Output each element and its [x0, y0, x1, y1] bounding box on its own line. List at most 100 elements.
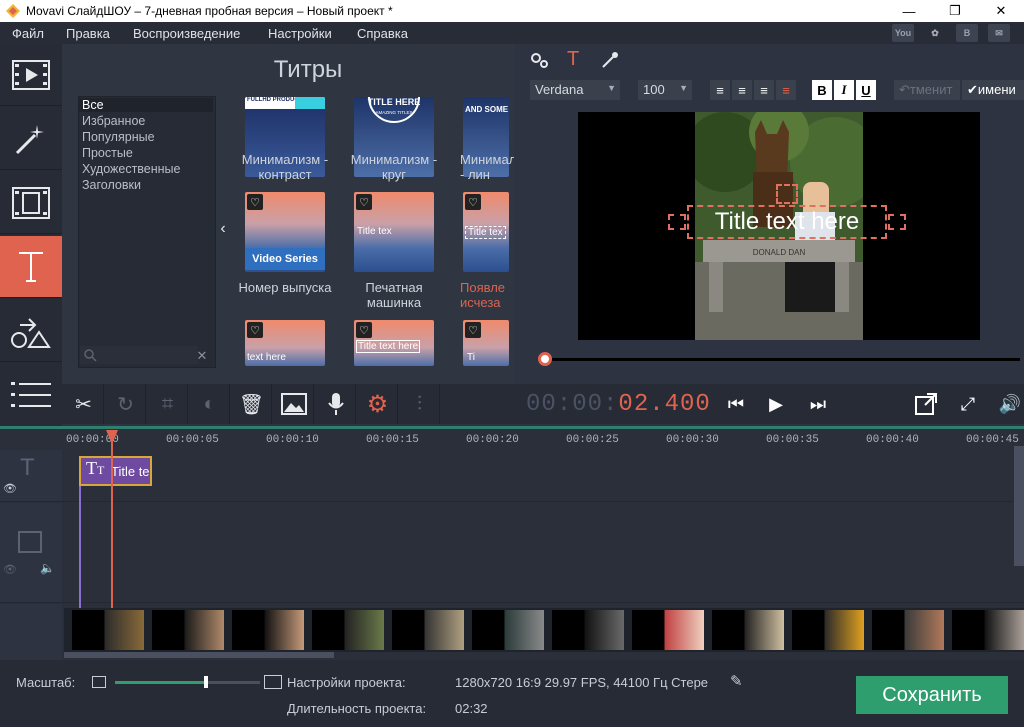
visibility-eye-icon[interactable]: 👁	[3, 563, 17, 576]
favorite-heart-icon[interactable]: ♡	[465, 322, 481, 338]
delete-icon[interactable]: 🗑	[232, 384, 272, 424]
title-thumb-7[interactable]: ♡ text here	[245, 320, 325, 366]
eyedropper-icon[interactable]	[600, 50, 620, 70]
bold-button[interactable]: B	[812, 80, 832, 100]
align-justify-icon[interactable]: ≡	[754, 80, 774, 100]
search-icon	[84, 349, 97, 362]
skip-back-icon[interactable]: ⏮	[716, 384, 756, 424]
zoom-out-icon[interactable]	[92, 676, 106, 688]
favorite-heart-icon[interactable]: ♡	[356, 194, 372, 210]
category-headers[interactable]: Заголовки	[82, 178, 141, 192]
vk-icon[interactable]: B	[956, 24, 978, 42]
play-icon[interactable]: ▶	[756, 384, 796, 424]
zoom-in-icon[interactable]	[264, 675, 282, 689]
youtube-icon[interactable]: You	[892, 24, 914, 42]
seek-bar[interactable]	[530, 352, 1024, 368]
rotate-icon[interactable]: ↻	[106, 384, 146, 424]
project-duration-label: Длительность проекта:	[287, 701, 427, 716]
zoom-slider-fill	[115, 681, 207, 684]
align-center-icon[interactable]: ≡	[732, 80, 752, 100]
category-simple[interactable]: Простые	[82, 146, 133, 160]
align-left-icon[interactable]: ≡	[710, 80, 730, 100]
save-button[interactable]: Сохранить	[856, 676, 1008, 714]
thumb-text: TITLE HERE	[367, 97, 421, 107]
image-icon[interactable]	[274, 384, 314, 424]
microphone-icon[interactable]	[316, 384, 356, 424]
category-search-input[interactable]	[80, 346, 198, 364]
menu-file[interactable]: Файл	[12, 26, 44, 41]
filmstrip-frame	[312, 610, 384, 650]
video-track[interactable]	[62, 503, 1024, 603]
menu-help[interactable]: Справка	[357, 26, 408, 41]
title-clip[interactable]: TT Title te	[79, 456, 152, 486]
video-filmstrip[interactable]	[64, 608, 1024, 652]
edit-pencil-icon[interactable]: ✎	[730, 672, 743, 690]
effects-tab[interactable]	[0, 108, 62, 170]
collapse-panel-icon[interactable]: ‹	[212, 220, 234, 240]
resize-handle-left[interactable]	[668, 214, 686, 230]
skip-forward-icon[interactable]: ⏭	[798, 384, 838, 424]
gear-icon[interactable]: ⚙	[358, 384, 398, 424]
seek-knob[interactable]	[538, 352, 552, 366]
font-size-select[interactable]: 100 ▼	[638, 80, 692, 100]
undo-button[interactable]: ↶тменит	[894, 80, 960, 100]
title-thumb-8[interactable]: ♡ Title text here	[354, 320, 434, 366]
app-logo-icon	[6, 4, 20, 18]
minimize-button[interactable]: —	[886, 0, 932, 22]
title-thumb-appear-disappear[interactable]: ♡ Title tex	[463, 192, 509, 272]
category-list: Все Избранное Популярные Простые Художес…	[78, 96, 216, 368]
color-adjust-icon[interactable]: ◐	[190, 384, 230, 424]
equalizer-icon[interactable]: ⫶	[400, 384, 440, 424]
visibility-eye-icon[interactable]: 👁	[3, 482, 17, 495]
resize-handle-right[interactable]	[888, 214, 906, 230]
odnoklassniki-icon[interactable]: ✿	[924, 24, 946, 42]
close-button[interactable]: ✕	[978, 0, 1024, 22]
title-thumb-9[interactable]: ♡ Ti	[463, 320, 509, 366]
cut-icon[interactable]: ✂	[64, 384, 104, 424]
crop-icon[interactable]: ⌗	[148, 384, 188, 424]
timeline-vertical-scrollbar[interactable]	[1014, 446, 1024, 566]
rotate-handle[interactable]	[776, 184, 798, 204]
menu-playback[interactable]: Воспроизведение	[133, 26, 240, 41]
transitions-tab[interactable]	[0, 172, 62, 234]
text-style-icon[interactable]: T	[567, 48, 579, 71]
align-right-icon[interactable]: ≡	[776, 80, 796, 100]
settings-gears-icon[interactable]	[530, 52, 550, 70]
list-tab[interactable]	[0, 364, 62, 426]
title-thumb-issue-number[interactable]: ♡ Video Series	[245, 192, 325, 272]
speaker-icon[interactable]: 🔈	[40, 561, 55, 575]
menu-settings[interactable]: Настройки	[268, 26, 332, 41]
category-popular[interactable]: Популярные	[82, 130, 155, 144]
chat-icon[interactable]: ✉	[988, 24, 1010, 42]
chevron-down-icon: ▼	[679, 83, 688, 93]
playhead[interactable]	[106, 430, 118, 608]
favorite-heart-icon[interactable]: ♡	[356, 322, 372, 338]
title-text-overlay[interactable]: Title text here	[687, 205, 887, 239]
shapes-tab[interactable]	[0, 300, 62, 362]
category-artistic[interactable]: Художественные	[82, 162, 181, 176]
zoom-slider-handle[interactable]	[204, 676, 209, 688]
category-all[interactable]: Все	[79, 98, 213, 112]
underline-button[interactable]: U	[856, 80, 876, 100]
favorite-heart-icon[interactable]: ♡	[247, 322, 263, 338]
font-family-select[interactable]: Verdana ▼	[530, 80, 620, 100]
playhead-marker[interactable]	[106, 430, 118, 444]
titles-tab[interactable]	[0, 236, 62, 298]
volume-icon[interactable]: 🔊	[990, 384, 1024, 424]
popout-icon[interactable]	[906, 384, 946, 424]
clear-search-icon[interactable]: ✕	[194, 348, 210, 363]
fullscreen-icon[interactable]: ⤢	[948, 384, 988, 424]
time-ruler[interactable]: 00:00:00 00:00:05 00:00:10 00:00:15 00:00:20…	[0, 426, 1024, 450]
menu-edit[interactable]: Правка	[66, 26, 110, 41]
restore-button[interactable]: ❐	[932, 0, 978, 22]
timeline-horizontal-scrollbar[interactable]	[64, 652, 334, 658]
title-thumb-typewriter[interactable]: ♡ Title tex	[354, 192, 434, 272]
favorite-heart-icon[interactable]: ♡	[465, 194, 481, 210]
title-track[interactable]	[62, 450, 1024, 502]
italic-button[interactable]: I	[834, 80, 854, 100]
favorite-heart-icon[interactable]: ♡	[247, 194, 263, 210]
apply-label: имени	[977, 82, 1016, 97]
category-favorites[interactable]: Избранное	[82, 114, 145, 128]
apply-button[interactable]: ✔имени	[962, 80, 1024, 100]
media-tab[interactable]	[0, 44, 62, 106]
